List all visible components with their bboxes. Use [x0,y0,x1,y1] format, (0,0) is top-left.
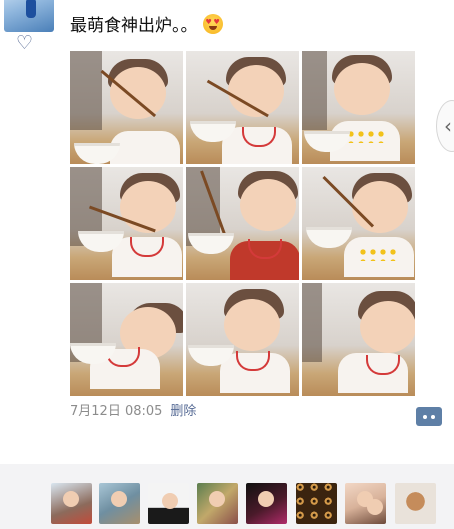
photo-thumbnail[interactable] [186,283,299,396]
poster-avatar[interactable] [4,0,54,32]
delete-link[interactable]: 删除 [170,404,196,419]
post-caption: 最萌食神出炉。。 [70,16,198,36]
post-timestamp: 7月12日 08:05 [70,404,163,419]
photo-thumbnail[interactable] [186,167,299,280]
expand-arrow-button[interactable]: ‹ [436,100,454,152]
heart-outline-icon: ♡ [16,32,34,54]
liker-avatar[interactable] [246,483,287,524]
chevron-left-icon: ‹ [444,114,452,138]
photo-thumbnail[interactable] [70,51,183,164]
liker-avatar[interactable] [148,483,189,524]
post-text: 最萌食神出炉。。 ♥ ♥ [70,13,223,39]
heart-eyes-emoji-icon: ♥ ♥ [202,14,223,34]
liker-avatar[interactable] [99,483,140,524]
photo-thumbnail[interactable] [70,167,183,280]
photo-thumbnail[interactable] [302,167,415,280]
photo-thumbnail[interactable] [302,283,415,396]
liker-avatar[interactable] [51,483,92,524]
photo-grid [70,51,415,396]
photo-thumbnail[interactable] [70,283,183,396]
liker-avatar[interactable] [197,483,238,524]
post-meta: 7月12日 08:05 删除 [70,402,196,422]
comment-bubble-icon[interactable] [416,407,442,426]
avatar-figure-body [26,0,36,18]
liker-avatar[interactable] [345,483,386,524]
liker-avatar[interactable] [395,483,436,524]
photo-thumbnail[interactable] [302,51,415,164]
photo-thumbnail[interactable] [186,51,299,164]
liker-avatar[interactable] [296,483,337,524]
